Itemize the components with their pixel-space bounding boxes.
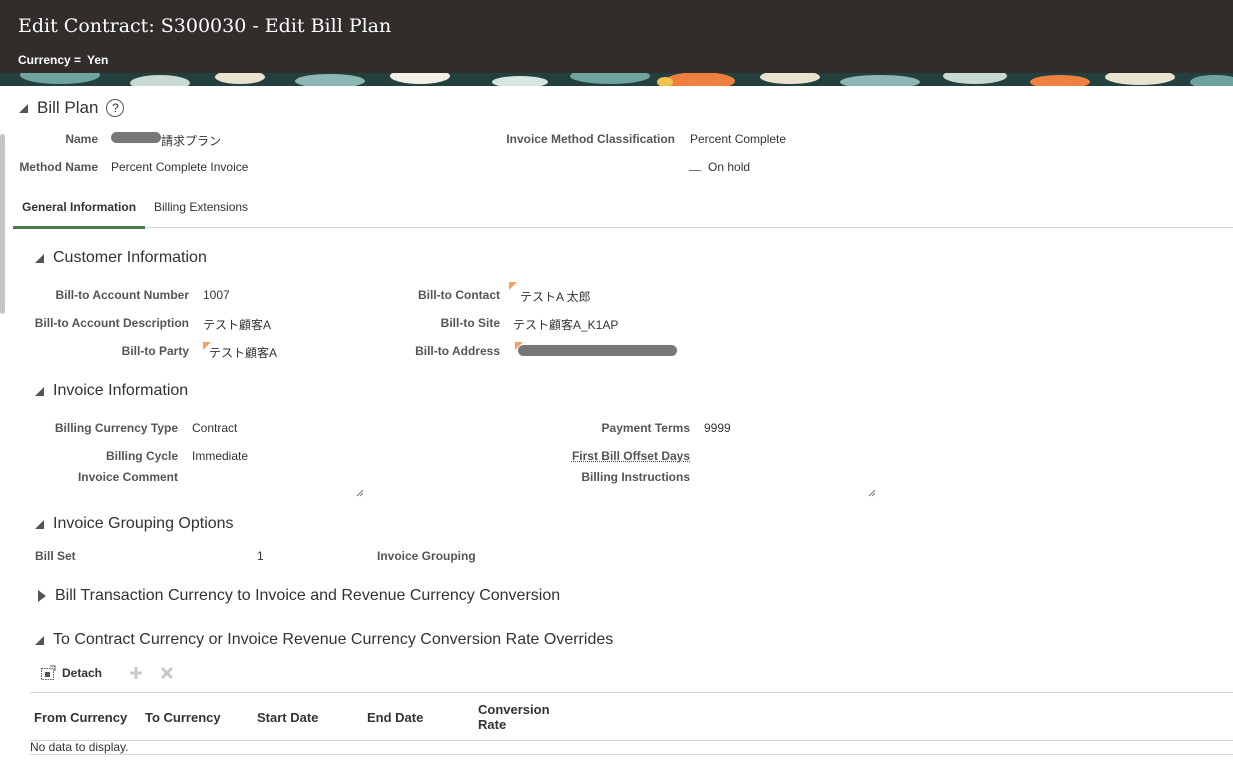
- bill-to-account-number-value: 1007: [203, 288, 230, 302]
- bill-plan-title: Bill Plan: [37, 98, 99, 117]
- bill-to-address-label: Bill-to Address: [415, 344, 500, 358]
- billing-currency-type-value: Contract: [192, 421, 238, 435]
- bill-plan-header[interactable]: Bill Plan ?: [19, 98, 125, 118]
- delete-icon[interactable]: [159, 665, 175, 681]
- collapse-triangle-icon[interactable]: [35, 635, 44, 645]
- invoice-comment-label: Invoice Comment: [77, 470, 178, 484]
- bill-to-contact-value: テストA 太郎: [520, 290, 591, 304]
- decorative-banner: [0, 73, 1233, 86]
- bill-to-account-description-label: Bill-to Account Description: [34, 316, 189, 330]
- bill-to-party-label: Bill-to Party: [121, 344, 189, 358]
- payment-terms-value: 9999: [704, 421, 731, 435]
- col-conversion-rate-line1: Conversion: [478, 702, 550, 717]
- method-name-value: Percent Complete Invoice: [111, 160, 249, 174]
- payment-terms-label: Payment Terms: [601, 421, 690, 435]
- collapse-triangle-icon[interactable]: [35, 253, 44, 263]
- bill-to-site-value: テスト顧客A_K1AP: [513, 318, 619, 332]
- billing-cycle-label: Billing Cycle: [105, 449, 178, 463]
- billing-instructions-label: Billing Instructions: [581, 470, 690, 484]
- method-name-label: Method Name: [19, 160, 98, 174]
- bill-to-account-description-value: テスト顧客A: [203, 318, 272, 332]
- banner-pattern-icon: [0, 73, 1233, 86]
- rate-overrides-header[interactable]: To Contract Currency or Invoice Revenue …: [35, 631, 613, 649]
- bill-to-account-number-label: Bill-to Account Number: [55, 288, 189, 302]
- collapse-triangle-icon[interactable]: [35, 386, 44, 396]
- expand-triangle-icon[interactable]: [38, 590, 46, 602]
- invoice-information-header[interactable]: Invoice Information: [35, 382, 188, 400]
- tab-bar: General Information Billing Extensions: [13, 197, 1233, 229]
- detach-label: Detach: [62, 666, 103, 680]
- bill-set-value: 1: [257, 549, 264, 563]
- col-conversion-rate-line2: Rate: [478, 717, 507, 732]
- name-label: Name: [65, 132, 98, 146]
- collapse-triangle-icon[interactable]: [35, 519, 44, 529]
- currency-value: Yen: [87, 53, 109, 67]
- redacted-address: [518, 345, 677, 356]
- col-end-date[interactable]: End Date: [367, 710, 423, 725]
- resize-handle-icon[interactable]: [356, 489, 364, 497]
- page-title: Edit Contract: S300030 - Edit Bill Plan: [18, 15, 392, 37]
- add-icon[interactable]: [128, 665, 144, 681]
- invoice-information-title: Invoice Information: [53, 382, 189, 399]
- rate-overrides-title: To Contract Currency or Invoice Revenue …: [53, 631, 614, 648]
- invoice-grouping-options-header[interactable]: Invoice Grouping Options: [35, 515, 234, 533]
- currency-conversion-header[interactable]: Bill Transaction Currency to Invoice and…: [38, 587, 560, 605]
- page-scrollbar[interactable]: [0, 134, 5, 314]
- tab-general-information[interactable]: General Information: [13, 197, 146, 229]
- collapse-triangle-icon[interactable]: [19, 103, 28, 113]
- resize-handle-icon[interactable]: [868, 489, 876, 497]
- help-icon[interactable]: ?: [106, 99, 125, 117]
- page-header: Edit Contract: S300030 - Edit Bill Plan …: [0, 0, 1233, 73]
- redacted-name: [111, 132, 161, 143]
- first-bill-offset-days-label[interactable]: First Bill Offset Days: [572, 449, 690, 463]
- bill-to-party-value: テスト顧客A: [209, 346, 278, 360]
- currency-conversion-title: Bill Transaction Currency to Invoice and…: [55, 587, 561, 604]
- col-start-date[interactable]: Start Date: [257, 710, 318, 725]
- bill-to-contact-label: Bill-to Contact: [418, 288, 500, 302]
- customer-information-title: Customer Information: [53, 249, 207, 266]
- col-conversion-rate[interactable]: Conversion Rate: [478, 702, 550, 732]
- currency-indicator: Currency = Yen: [18, 53, 108, 67]
- bill-set-label: Bill Set: [35, 549, 76, 563]
- col-to-currency[interactable]: To Currency: [145, 710, 221, 725]
- invoice-method-classification-value: Percent Complete: [690, 132, 787, 146]
- no-data-message: No data to display.: [30, 740, 129, 754]
- invoice-grouping-options-title: Invoice Grouping Options: [53, 515, 234, 532]
- table-header: From Currency To Currency Start Date End…: [30, 692, 1233, 741]
- col-from-currency[interactable]: From Currency: [34, 710, 127, 725]
- detach-button[interactable]: Detach: [40, 665, 102, 681]
- detach-icon: [41, 665, 56, 680]
- customer-information-header[interactable]: Customer Information: [35, 249, 207, 267]
- invoice-grouping-label: Invoice Grouping: [377, 549, 476, 563]
- billing-cycle-value: Immediate: [192, 449, 249, 463]
- table-toolbar: Detach: [40, 665, 175, 681]
- on-hold-value: On hold: [708, 160, 751, 174]
- table-bottom-border: [30, 754, 1233, 755]
- tab-billing-extensions[interactable]: Billing Extensions: [145, 197, 257, 226]
- currency-label: Currency =: [18, 53, 82, 67]
- invoice-method-classification-label: Invoice Method Classification: [506, 132, 675, 146]
- billing-currency-type-label: Billing Currency Type: [54, 421, 178, 435]
- on-hold-dash: [689, 170, 701, 171]
- changed-flag-icon: [509, 282, 517, 290]
- bill-to-site-label: Bill-to Site: [440, 316, 500, 330]
- name-value: 請求プラン: [161, 134, 222, 148]
